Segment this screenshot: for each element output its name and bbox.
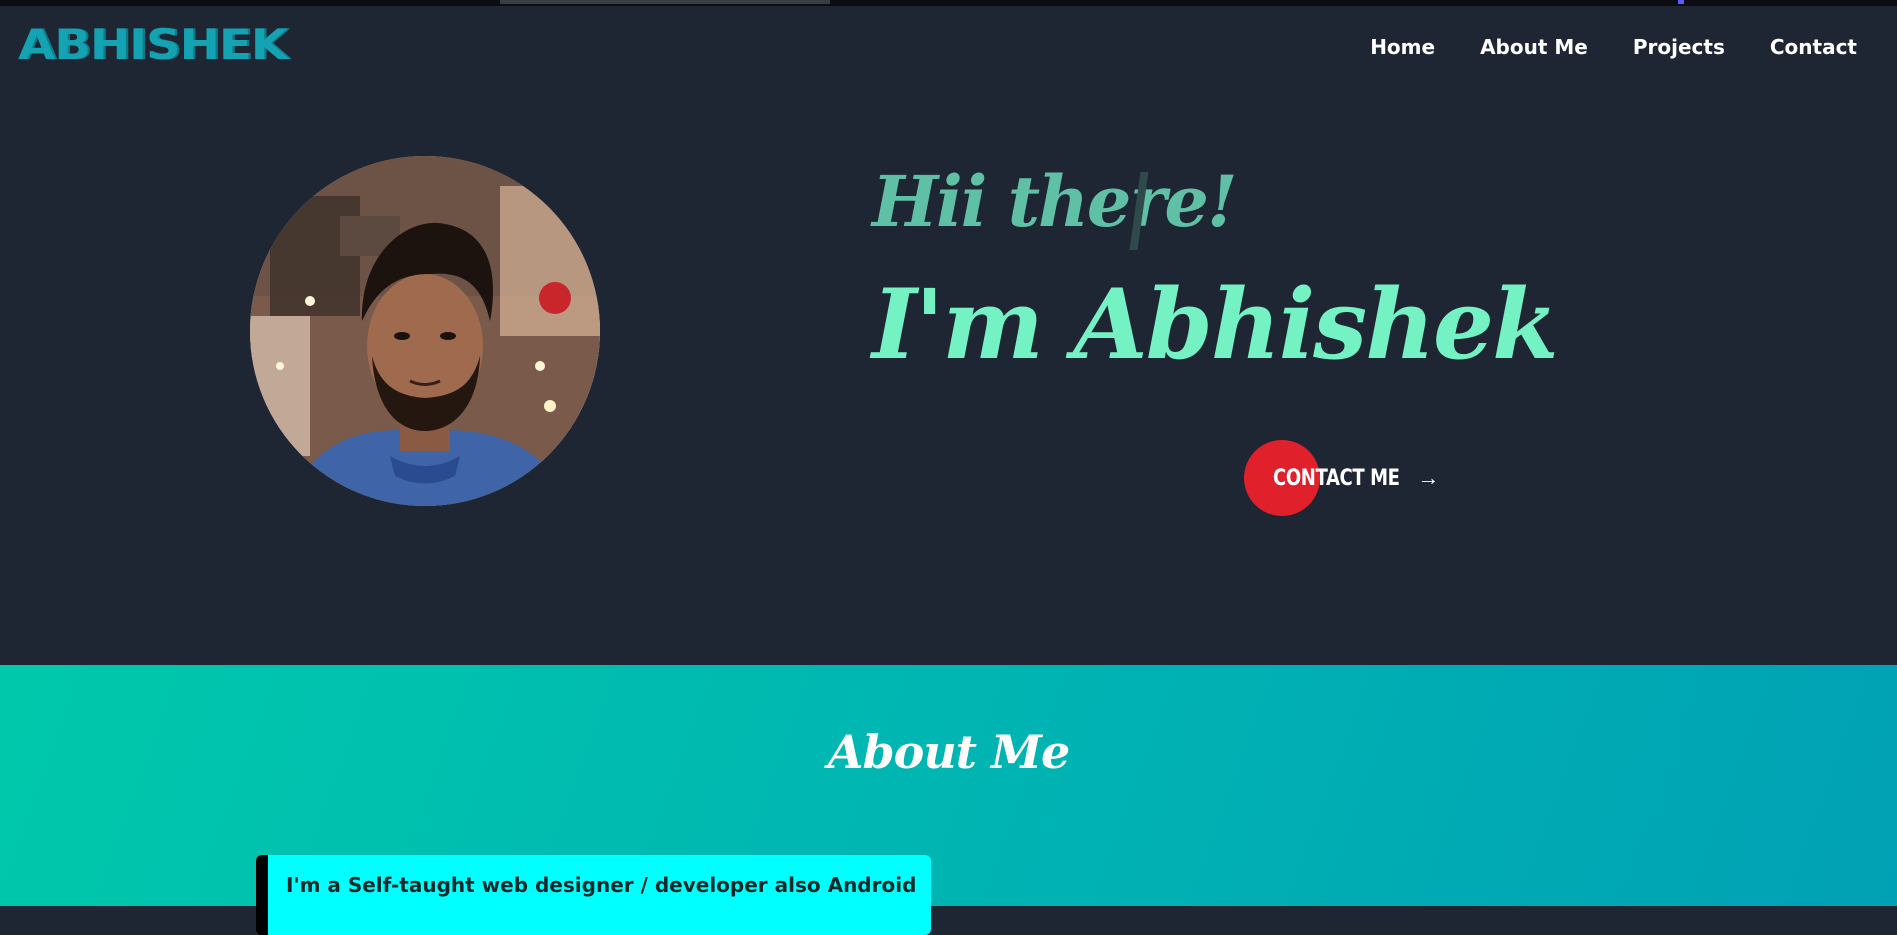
contact-button-label: CONTACT ME <box>1273 465 1400 491</box>
arrow-right-icon: → <box>1417 465 1440 490</box>
top-strip-marker <box>1678 0 1684 4</box>
hero-section: Hii there! I'm Abhishek CONTACT ME → <box>0 90 1897 665</box>
about-title: About Me <box>827 725 1070 779</box>
nav-contact-link[interactable]: Contact <box>1770 35 1857 59</box>
nav-about-link[interactable]: About Me <box>1480 35 1588 59</box>
site-logo[interactable]: ABHISHEK <box>18 20 288 69</box>
nav-projects-link[interactable]: Projects <box>1633 35 1725 59</box>
nav-home-link[interactable]: Home <box>1370 35 1435 59</box>
hero-greeting: Hii there! <box>872 160 1238 243</box>
about-card-text: I'm a Self-taught web designer / develop… <box>286 873 917 897</box>
main-nav: Home About Me Projects Contact <box>1370 35 1857 59</box>
hero-name-heading: I'm Abhishek <box>872 268 1559 381</box>
profile-photo-illustration <box>250 156 600 506</box>
top-strip-segment <box>500 0 830 4</box>
site-header: ABHISHEK Home About Me Projects Contact <box>0 6 1897 90</box>
about-card: I'm a Self-taught web designer / develop… <box>256 855 931 935</box>
about-section: About Me I'm a Self-taught web designer … <box>0 665 1897 935</box>
profile-avatar <box>250 156 600 506</box>
contact-me-button[interactable]: CONTACT ME → <box>1244 440 1439 516</box>
